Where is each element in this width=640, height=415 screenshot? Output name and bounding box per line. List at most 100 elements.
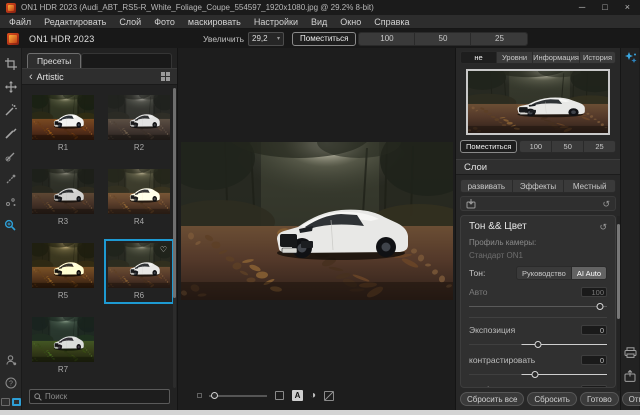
search-input[interactable] <box>45 392 165 401</box>
presets-tab[interactable]: Пресеты <box>27 53 81 68</box>
tool-masking-brush[interactable] <box>3 148 19 164</box>
preset-r1[interactable]: R1 <box>28 91 98 156</box>
save-preset-icon[interactable] <box>466 199 476 209</box>
menu-item-photo[interactable]: Фото <box>154 17 175 27</box>
menu-item-settings[interactable]: Настройки <box>254 17 298 27</box>
slider-track[interactable] <box>469 302 607 310</box>
preset-label: R1 <box>32 140 94 154</box>
slider-value[interactable]: 0 <box>581 355 607 365</box>
camera-profile-value[interactable]: Стандарт ON1 <box>469 251 607 260</box>
preset-r2[interactable]: R2 <box>104 91 174 156</box>
menu-item-mask[interactable]: маскировать <box>188 17 241 27</box>
zoom-value-dropdown[interactable]: 29,2 ▾ <box>248 32 284 46</box>
slider-track[interactable] <box>469 340 607 348</box>
preset-r6[interactable]: ♡ R6 <box>104 239 174 304</box>
tool-zoom[interactable] <box>3 217 19 233</box>
panel-scrollbar[interactable] <box>617 216 620 391</box>
help-button[interactable]: ? <box>3 375 19 391</box>
slider-label: Экспозиция <box>469 325 515 335</box>
compare-a-toggle[interactable]: A <box>292 390 303 401</box>
back-chevron-icon[interactable]: ‹ <box>29 70 33 84</box>
tool-refine-brush[interactable] <box>3 171 19 187</box>
photo-canvas[interactable] <box>181 142 453 300</box>
preview-split-icon[interactable]: ◑ <box>310 390 316 401</box>
tab-info[interactable]: Информация <box>533 52 580 63</box>
preview-thumbnail[interactable] <box>466 69 610 135</box>
reset-tone-icon[interactable]: ↺ <box>599 222 607 232</box>
tone-button-руководство[interactable]: Руководство <box>517 267 572 279</box>
tab-none[interactable]: не <box>461 52 497 63</box>
tool-local-adjust[interactable] <box>3 194 19 210</box>
tone-label: Тон: <box>469 268 485 278</box>
slider-knob[interactable] <box>535 341 542 348</box>
grid-view-icon[interactable] <box>161 72 170 81</box>
tab-history[interactable]: История <box>580 52 615 63</box>
navigator-toggle-icon[interactable] <box>197 393 202 398</box>
menu-item-view[interactable]: Вид <box>311 17 327 27</box>
slider-knob[interactable] <box>597 303 604 310</box>
zoom-25-button[interactable]: 25 <box>471 33 527 45</box>
preset-label: R5 <box>32 288 94 302</box>
tool-move[interactable] <box>3 79 19 95</box>
mask-view-icon[interactable] <box>275 391 284 400</box>
tool-ai-quick-mask[interactable] <box>3 102 19 118</box>
slider-track[interactable] <box>469 370 607 378</box>
account-button[interactable] <box>3 352 19 368</box>
camera-profile-label: Профиль камеры: <box>469 238 607 247</box>
panel-right-toggle[interactable] <box>12 398 21 406</box>
zoom-50-button[interactable]: 50 <box>415 33 471 45</box>
slider-value[interactable]: 0 <box>581 385 607 388</box>
settings-toolbar: ↺ <box>460 196 616 211</box>
heart-icon[interactable]: ♡ <box>160 245 167 254</box>
preset-category-header[interactable]: ‹ Artistic <box>22 68 177 85</box>
ai-sparkle-icon[interactable] <box>624 52 637 65</box>
slider-value[interactable]: 100 <box>581 287 607 297</box>
title-bar: ON1 HDR 2023 (Audi_ABT_RS5-R_White_Folia… <box>0 0 640 15</box>
mode-local[interactable]: Местный <box>564 180 615 192</box>
tool-crop[interactable] <box>3 56 19 72</box>
menu-item-window[interactable]: Окно <box>340 17 361 27</box>
cancel-button[interactable]: Отмена <box>622 392 640 406</box>
layers-header[interactable]: Слои <box>456 159 620 175</box>
panel-left-toggle[interactable] <box>1 398 10 406</box>
zoom-preset-group: 1005025 <box>519 140 616 153</box>
reset-all-button[interactable]: Сбросить все <box>460 392 524 406</box>
slider-knob[interactable] <box>532 371 539 378</box>
menu-item-help[interactable]: Справка <box>374 17 409 27</box>
preset-thumbnail <box>108 95 170 140</box>
preset-r4[interactable]: R4 <box>104 165 174 230</box>
tool-brush[interactable] <box>3 125 19 141</box>
export-icon[interactable] <box>624 370 636 382</box>
preview-zoom-slider[interactable] <box>209 392 267 400</box>
maximize-button[interactable]: □ <box>602 0 607 15</box>
fit-button[interactable]: Поместиться <box>460 140 517 153</box>
print-icon[interactable] <box>624 347 637 358</box>
preset-label: R6 <box>108 288 170 302</box>
menu-item-edit[interactable]: Редактировать <box>44 17 106 27</box>
menu-item-layer[interactable]: Слой <box>119 17 141 27</box>
menu-item-file[interactable]: Файл <box>9 17 31 27</box>
done-button[interactable]: Готово <box>580 392 619 406</box>
presets-panel: Пресеты ‹ Artistic <box>22 48 178 410</box>
preset-r7[interactable]: R7 <box>28 313 98 378</box>
reset-button[interactable]: Сбросить <box>527 392 577 406</box>
preset-r3[interactable]: R3 <box>28 165 98 230</box>
before-after-icon[interactable] <box>324 391 334 401</box>
close-button[interactable]: × <box>625 0 630 15</box>
crop-icon <box>5 58 17 70</box>
zoom-100-button[interactable]: 100 <box>520 141 552 152</box>
zoom-100-button[interactable]: 100 <box>359 33 415 45</box>
fit-button[interactable]: Поместиться <box>292 32 356 46</box>
preset-search[interactable] <box>29 389 170 404</box>
reset-settings-icon[interactable]: ↺ <box>602 199 610 209</box>
tab-levels[interactable]: Уровни <box>497 52 533 63</box>
preset-r5[interactable]: R5 <box>28 239 98 304</box>
slider-value[interactable]: 0 <box>581 325 607 335</box>
zoom-50-button[interactable]: 50 <box>552 141 584 152</box>
minimize-button[interactable]: ─ <box>579 0 585 15</box>
mode-effects[interactable]: Эффекты <box>513 180 565 192</box>
tone-button-ai-auto[interactable]: AI Auto <box>572 267 606 279</box>
mode-develop[interactable]: развивать <box>461 180 513 192</box>
presets-scrollbar[interactable] <box>173 88 176 388</box>
zoom-25-button[interactable]: 25 <box>584 141 615 152</box>
